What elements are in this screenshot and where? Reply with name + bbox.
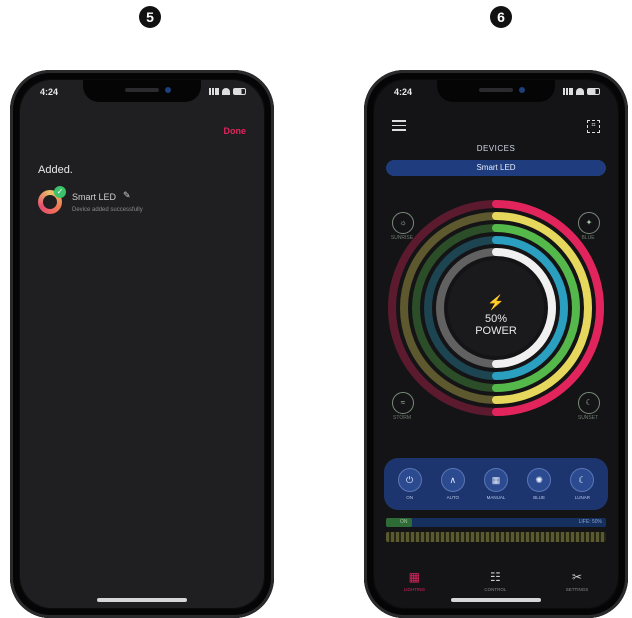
schedule-bar[interactable] [386,532,606,542]
power-icon: ⏻ [397,468,422,492]
menu-icon[interactable] [392,120,406,134]
home-indicator [451,598,541,602]
signal-icon [209,88,219,95]
device-subtitle: Device added successfully [72,207,143,213]
status-time: 4:24 [394,87,413,97]
sunrise-button[interactable]: ☼ [392,212,414,234]
mode-lunar[interactable]: ☾ LUNAR [570,468,595,500]
blue-label: BLUE [581,235,595,241]
lighting-icon: ▦ [408,570,420,584]
storm-button[interactable]: ≈ [392,392,414,414]
wifi-icon [222,88,230,95]
power-readout[interactable]: ⚡ 50% POWER [374,294,618,337]
devices-title: DEVICES [476,144,516,153]
status-icons [209,88,246,95]
power-label: POWER [475,325,517,337]
tab-settings[interactable]: ✂ SETTINGS [566,570,589,592]
sunrise-label: SUNRISE [390,235,414,241]
timeline-right-label: LIFE: 50% [578,519,602,525]
mode-blue[interactable]: ✺ BLUE [527,468,552,500]
status-icons [563,88,600,95]
timeline-bar[interactable]: ON LIFE: 50% [386,518,606,527]
notch [83,80,201,102]
tab-control[interactable]: ☷ CONTROL [484,570,506,592]
battery-icon [587,88,600,95]
manual-icon: ▦ [483,468,508,492]
status-time: 4:24 [40,87,59,97]
mode-auto[interactable]: ∧ AUTO [440,468,465,500]
sunset-label: SUNSET [577,415,599,421]
mode-bar: ⏻ ON ∧ AUTO ▦ MANUAL ✺ BLUE ☾ LUNAR [384,458,608,510]
control-icon: ☷ [489,570,501,584]
bolt-icon: ⚡ [487,294,505,310]
battery-icon [233,88,246,95]
step-number-5: 5 [139,6,161,28]
phone-devices: 4:24 ⌗ DEVICES Smart LED ☼ SUNRISE ✦ BLU… [364,70,628,618]
phone-screen: 4:24 ⌗ DEVICES Smart LED ☼ SUNRISE ✦ BLU… [374,80,618,608]
phone-added: 4:24 Done Added. ✓ Smart LED ✎ Device ad… [10,70,274,618]
bottom-tabs: ▦ LIGHTING ☷ CONTROL ✂ SETTINGS [374,570,618,592]
device-selector[interactable]: Smart LED [386,160,606,176]
blue-button[interactable]: ✦ [578,212,600,234]
wifi-icon [576,88,584,95]
added-heading: Added. [38,164,73,176]
step-number-6: 6 [490,6,512,28]
settings-icon: ✂ [571,570,583,584]
home-indicator [97,598,187,602]
phone-screen: 4:24 Done Added. ✓ Smart LED ✎ Device ad… [20,80,264,608]
check-icon: ✓ [54,186,66,198]
storm-label: STORM [393,415,411,421]
mode-manual[interactable]: ▦ MANUAL [483,468,508,500]
tab-lighting[interactable]: ▦ LIGHTING [404,570,425,592]
mode-on[interactable]: ⏻ ON [397,468,422,500]
notch [437,80,555,102]
moon-icon: ☾ [570,468,595,492]
power-percent: 50% [484,313,508,325]
signal-icon [563,88,573,95]
device-name: Smart LED [72,192,117,202]
timeline-left-label: ON [400,519,408,525]
scan-icon[interactable]: ⌗ [587,120,600,133]
done-button[interactable]: Done [224,126,247,136]
blue-icon: ✺ [527,468,552,492]
pencil-icon[interactable]: ✎ [123,190,131,201]
sunset-button[interactable]: ☾ [578,392,600,414]
auto-icon: ∧ [440,468,465,492]
